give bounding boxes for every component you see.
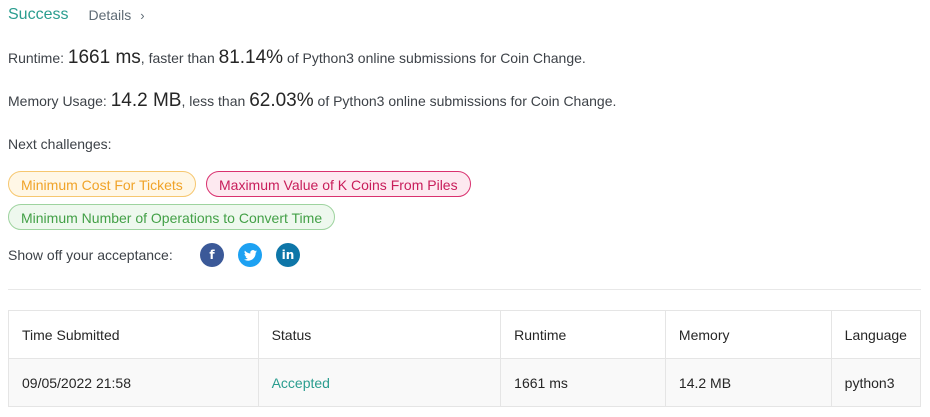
column-header-runtime[interactable]: Runtime	[500, 310, 666, 359]
status-title: Success	[8, 6, 69, 23]
memory-value: 14.2 MB	[110, 90, 182, 111]
table-row: 09/05/2022 21:58 Accepted 1661 ms 14.2 M…	[8, 358, 922, 407]
table-header-row: Time Submitted Status Runtime Memory Lan…	[8, 310, 922, 359]
column-header-language[interactable]: Language	[830, 310, 922, 359]
runtime-value: 1661 ms	[67, 47, 141, 68]
column-header-status[interactable]: Status	[257, 310, 502, 359]
submission-result-panel: Success Details › Runtime: 1661 ms, fast…	[0, 0, 930, 417]
runtime-label: Runtime:	[8, 50, 65, 66]
runtime-percentile: 81.14%	[218, 47, 284, 68]
twitter-bird-glyph	[243, 249, 257, 261]
runtime-comparison: , faster than	[140, 50, 215, 66]
section-divider	[8, 289, 921, 290]
twitter-icon[interactable]	[238, 243, 262, 267]
result-header: Success Details ›	[8, 6, 145, 24]
column-header-time-submitted[interactable]: Time Submitted	[8, 310, 259, 359]
linkedin-icon[interactable]: in	[276, 243, 300, 267]
details-label: Details	[88, 7, 132, 23]
memory-label: Memory Usage:	[8, 93, 107, 109]
submissions-table: Time Submitted Status Runtime Memory Lan…	[8, 310, 922, 407]
accepted-link[interactable]: Accepted	[272, 375, 330, 391]
cell-runtime: 1661 ms	[500, 358, 666, 407]
challenge-tag-minimum-operations-convert-time[interactable]: Minimum Number of Operations to Convert …	[8, 204, 336, 230]
challenge-tag-maximum-value-of-k-coins[interactable]: Maximum Value of K Coins From Piles	[206, 171, 471, 197]
cell-language: python3	[830, 358, 922, 407]
next-challenges-label: Next challenges:	[8, 136, 112, 152]
share-label: Show off your acceptance:	[8, 247, 173, 263]
cell-status: Accepted	[257, 358, 502, 407]
cell-memory: 14.2 MB	[664, 358, 832, 407]
memory-percentile: 62.03%	[249, 90, 314, 111]
facebook-icon[interactable]: f	[200, 243, 224, 267]
details-link[interactable]: Details ›	[88, 7, 144, 23]
cell-time-submitted: 09/05/2022 21:58	[8, 358, 259, 407]
memory-summary: Memory Usage: 14.2 MB, less than 62.03% …	[8, 90, 616, 112]
column-header-memory[interactable]: Memory	[664, 310, 832, 359]
runtime-summary: Runtime: 1661 ms, faster than 81.14% of …	[8, 47, 586, 69]
challenge-tag-minimum-cost-for-tickets[interactable]: Minimum Cost For Tickets	[8, 171, 196, 197]
chevron-right-icon: ›	[140, 7, 145, 23]
memory-comparison: , less than	[181, 93, 246, 109]
memory-suffix: of Python3 online submissions for Coin C…	[317, 93, 617, 109]
runtime-suffix: of Python3 online submissions for Coin C…	[286, 50, 586, 66]
